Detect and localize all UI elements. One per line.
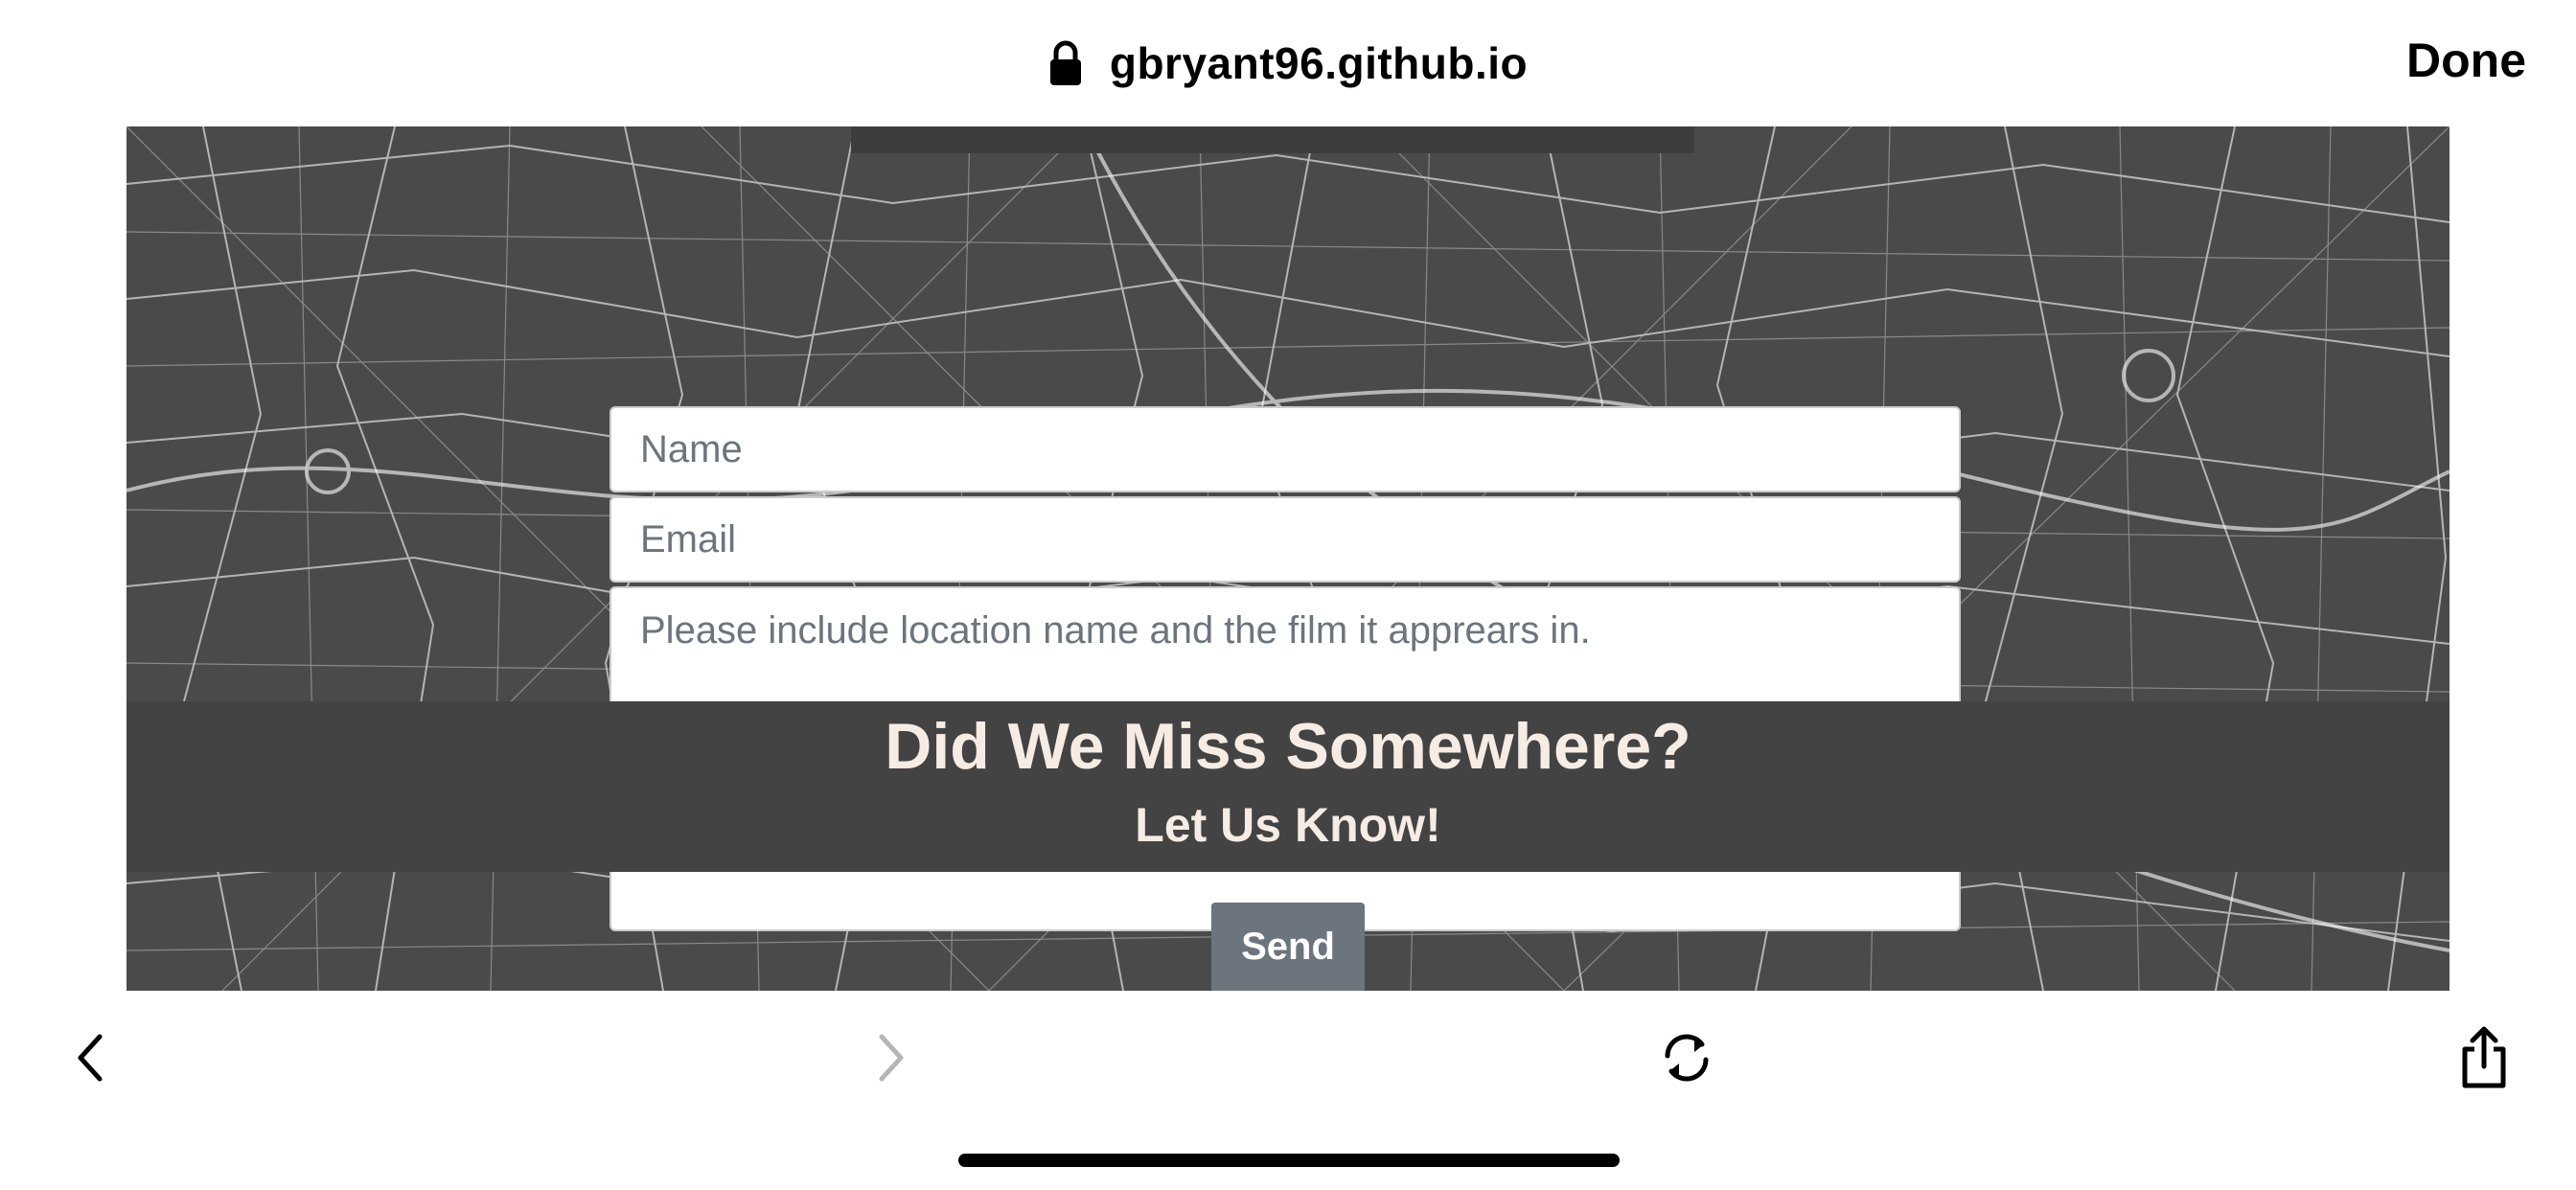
url-text: gbryant96.github.io	[1109, 38, 1529, 88]
web-content: Name Email Please include location name …	[126, 126, 2450, 991]
back-button[interactable]	[52, 1019, 128, 1096]
share-icon	[2462, 1026, 2506, 1088]
navbar-partial	[851, 126, 1694, 153]
chevron-right-icon	[879, 1034, 904, 1082]
reload-icon	[1665, 1034, 1709, 1082]
email-input[interactable]: Email	[610, 496, 1961, 583]
home-indicator[interactable]	[958, 1154, 1620, 1167]
lock-icon	[1049, 40, 1081, 85]
contact-banner: Did We Miss Somewhere? Let Us Know!	[126, 701, 2450, 872]
forward-button[interactable]	[853, 1019, 930, 1096]
name-input[interactable]: Name	[610, 406, 1961, 492]
browser-top-bar: gbryant96.github.io Done	[0, 0, 2576, 126]
banner-title: Did We Miss Somewhere?	[885, 710, 1691, 783]
banner-subtitle: Let Us Know!	[1135, 798, 1441, 852]
reload-button[interactable]	[1648, 1019, 1725, 1096]
done-button[interactable]: Done	[2406, 33, 2526, 88]
address-bar[interactable]: gbryant96.github.io	[0, 29, 2576, 98]
share-button[interactable]	[2446, 1019, 2522, 1096]
chevron-left-icon	[78, 1034, 103, 1082]
send-button[interactable]: Send	[1211, 903, 1365, 991]
